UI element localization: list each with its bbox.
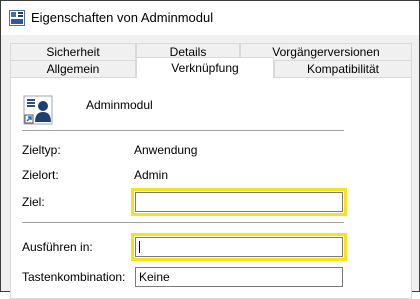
tastenkombination-input[interactable]: Keine [135, 267, 343, 287]
tastenkombination-label: Tastenkombination: [22, 270, 126, 284]
tab-allgemein[interactable]: Allgemein [10, 60, 136, 77]
tab-verknuepfung[interactable]: Verknüpfung [136, 57, 274, 78]
properties-window: Eigenschaften von Adminmodul Sicherheit … [0, 0, 420, 299]
separator-middle [22, 222, 344, 223]
window-title: Eigenschaften von Adminmodul [31, 10, 214, 25]
zieltyp-value: Anwendung [134, 143, 198, 157]
separator-top [22, 130, 344, 131]
zielort-value: Admin [134, 168, 169, 182]
admin-module-icon [23, 95, 53, 125]
zielort-label: Zielort: [22, 168, 59, 182]
ziel-highlight [131, 188, 347, 216]
shortcut-properties-icon [9, 10, 25, 26]
ausfuehren-label: Ausführen in: [22, 240, 93, 254]
ausfuehren-highlight [131, 233, 347, 261]
tab-kompatibilitaet[interactable]: Kompatibilität [274, 60, 412, 77]
ziel-label: Ziel: [22, 195, 45, 209]
shortcut-name: Adminmodul [86, 98, 153, 112]
title-bar[interactable]: Eigenschaften von Adminmodul [1, 1, 419, 35]
zieltyp-label: Zieltyp: [22, 143, 61, 157]
tab-sicherheit[interactable]: Sicherheit [10, 43, 136, 60]
